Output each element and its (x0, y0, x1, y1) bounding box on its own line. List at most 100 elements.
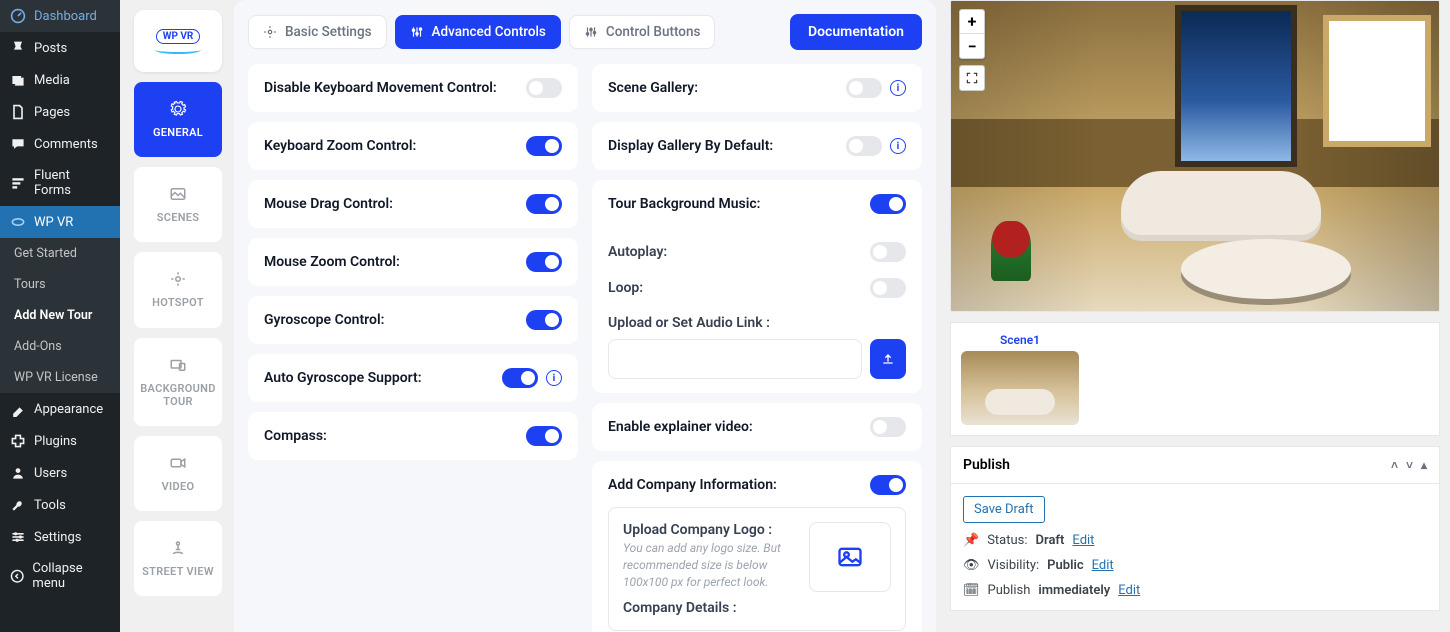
pages-icon (10, 104, 26, 120)
toggle-company-info[interactable] (870, 475, 906, 495)
audio-link-input[interactable] (608, 339, 862, 379)
tab-background-tour[interactable]: BACKGROUND TOUR (134, 338, 222, 426)
scene-name: Scene1 (961, 333, 1079, 347)
subtab-control-buttons[interactable]: Control Buttons (569, 15, 716, 49)
menu-plugins[interactable]: Plugins (0, 425, 120, 457)
menu-users[interactable]: Users (0, 457, 120, 489)
scene-strip: Scene1 (950, 322, 1440, 436)
toggle-disable-keyboard[interactable] (526, 78, 562, 98)
zoom-in-button[interactable]: + (960, 10, 984, 34)
visibility-icon: 👁 (963, 558, 980, 573)
toggle-mouse-zoom[interactable] (526, 252, 562, 272)
wpvr-icon (10, 214, 26, 230)
label-upload-logo: Upload Company Logo : (623, 522, 795, 538)
video-icon (169, 454, 187, 472)
label-display-gallery: Display Gallery By Default: (608, 138, 773, 154)
dashboard-icon (10, 8, 26, 24)
tab-hotspot[interactable]: HOTSPOT (134, 252, 222, 327)
toggle-loop[interactable] (870, 278, 906, 298)
label-scene-gallery: Scene Gallery: (608, 80, 698, 96)
save-draft-button[interactable]: Save Draft (963, 496, 1045, 523)
menu-comments[interactable]: Comments (0, 128, 120, 160)
tab-scenes[interactable]: SCENES (134, 167, 222, 242)
label-compass: Compass: (264, 428, 327, 444)
subtab-advanced-controls[interactable]: Advanced Controls (395, 15, 561, 49)
edit-publish-link[interactable]: Edit (1118, 583, 1140, 598)
menu-media[interactable]: Media (0, 64, 120, 96)
submenu-get-started[interactable]: Get Started (0, 238, 120, 269)
menu-fluent-forms[interactable]: Fluent Forms (0, 160, 120, 206)
wpvr-submenu: Get Started Tours Add New Tour Add-Ons W… (0, 238, 120, 393)
settings-icon (10, 529, 26, 545)
label-audio-link: Upload or Set Audio Link : (608, 315, 770, 331)
label-keyboard-zoom: Keyboard Zoom Control: (264, 138, 416, 154)
vr-preview[interactable]: + − (950, 0, 1440, 312)
label-company-info: Add Company Information: (608, 477, 777, 493)
collapse-icon (10, 568, 24, 584)
zoom-controls: + − (959, 9, 985, 59)
menu-collapse[interactable]: Collapse menu (0, 553, 120, 599)
label-company-details: Company Details : (623, 600, 795, 616)
toggle-display-gallery[interactable] (846, 136, 882, 156)
toggle-auto-gyro[interactable] (502, 368, 538, 388)
panel-up-icon[interactable]: ˄ (1391, 458, 1398, 472)
appearance-icon (10, 401, 26, 417)
publish-box: Publish ˄ ˅ ▴ Save Draft 📌Status: Draft … (950, 446, 1440, 611)
panel-down-icon[interactable]: ˅ (1406, 458, 1413, 472)
menu-dashboard[interactable]: Dashboard (0, 0, 120, 32)
sliders-icon (410, 25, 424, 39)
publish-title: Publish (963, 457, 1010, 473)
toggle-scene-gallery[interactable] (846, 78, 882, 98)
tools-icon (10, 497, 26, 513)
submenu-license[interactable]: WP VR License (0, 362, 120, 393)
submenu-addons[interactable]: Add-Ons (0, 331, 120, 362)
plugin-icon (10, 433, 26, 449)
logo-upload-area[interactable] (809, 522, 891, 592)
upload-audio-button[interactable] (870, 339, 906, 379)
label-loop: Loop: (608, 280, 643, 296)
gear-icon (169, 100, 187, 118)
comment-icon (10, 136, 26, 152)
menu-appearance[interactable]: Appearance (0, 393, 120, 425)
documentation-button[interactable]: Documentation (790, 14, 922, 50)
toggle-bg-music[interactable] (870, 194, 906, 214)
subtab-basic-settings[interactable]: Basic Settings (248, 15, 387, 49)
menu-pages[interactable]: Pages (0, 96, 120, 128)
panel-toggle-icon[interactable]: ▴ (1421, 458, 1427, 472)
toggle-keyboard-zoom[interactable] (526, 136, 562, 156)
tab-general[interactable]: GENERAL (134, 82, 222, 157)
label-auto-gyro: Auto Gyroscope Support: (264, 370, 422, 386)
submenu-tours[interactable]: Tours (0, 269, 120, 300)
wpvr-logo: WP VR (134, 10, 222, 72)
toggle-mouse-drag[interactable] (526, 194, 562, 214)
info-icon[interactable]: i (890, 80, 906, 96)
toggle-gyroscope[interactable] (526, 310, 562, 330)
wp-admin-sidebar: Dashboard Posts Media Pages Comments Flu… (0, 0, 120, 632)
edit-status-link[interactable]: Edit (1072, 533, 1094, 548)
tab-street-view[interactable]: STREET VIEW (134, 521, 222, 596)
menu-posts[interactable]: Posts (0, 32, 120, 64)
image-icon (169, 185, 187, 203)
info-icon[interactable]: i (546, 370, 562, 386)
menu-settings[interactable]: Settings (0, 521, 120, 553)
toggle-compass[interactable] (526, 426, 562, 446)
menu-wpvr[interactable]: WP VR (0, 206, 120, 238)
menu-tools[interactable]: Tools (0, 489, 120, 521)
sliders-icon (584, 25, 598, 39)
fullscreen-button[interactable] (959, 65, 985, 91)
label-disable-keyboard: Disable Keyboard Movement Control: (264, 80, 497, 96)
submenu-add-new-tour[interactable]: Add New Tour (0, 300, 120, 331)
fluent-forms-icon (10, 175, 26, 191)
tab-video[interactable]: VIDEO (134, 436, 222, 511)
label-autoplay: Autoplay: (608, 244, 667, 260)
gear-icon (263, 25, 277, 39)
scene-thumbnail[interactable]: Scene1 (961, 333, 1079, 425)
pin-icon (10, 40, 26, 56)
toggle-autoplay[interactable] (870, 242, 906, 262)
calendar-icon: 🗓 (963, 583, 980, 598)
toggle-explainer-video[interactable] (870, 417, 906, 437)
info-icon[interactable]: i (890, 138, 906, 154)
zoom-out-button[interactable]: − (960, 34, 984, 58)
edit-visibility-link[interactable]: Edit (1092, 558, 1114, 573)
label-gyroscope: Gyroscope Control: (264, 312, 384, 328)
